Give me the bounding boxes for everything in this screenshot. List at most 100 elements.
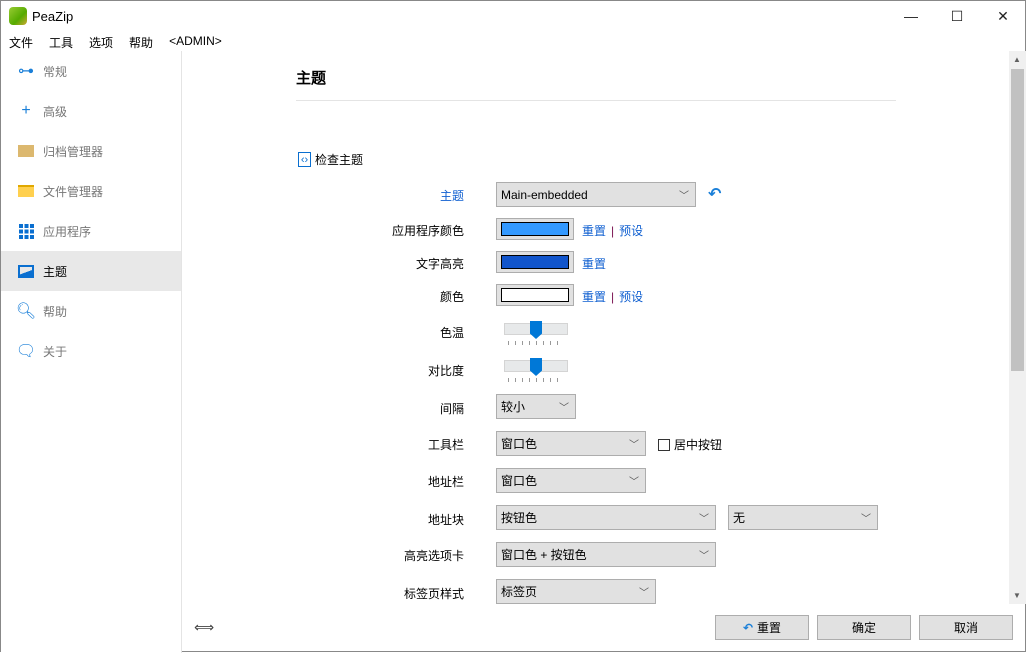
text-highlight-swatch[interactable] xyxy=(496,251,574,273)
color-temp-slider[interactable] xyxy=(504,319,568,345)
sidebar-item-about[interactable]: 🗨︎ 关于 xyxy=(1,331,181,371)
color-temp-label: 色温 xyxy=(439,326,464,340)
center-buttons-label: 居中按钮 xyxy=(674,438,723,452)
slider-thumb[interactable] xyxy=(530,321,542,339)
address-block-label: 地址块 xyxy=(427,513,464,527)
color-label: 颜色 xyxy=(439,290,464,304)
reset-label: 重置 xyxy=(757,621,782,635)
chevron-down-icon: ﹀ xyxy=(699,551,709,562)
tab-style-select[interactable]: 标签页 ﹀ xyxy=(496,579,656,604)
toolbar-select[interactable]: 窗口色 ﹀ xyxy=(496,431,646,456)
scroll-up-icon[interactable]: ▲ xyxy=(1013,55,1021,64)
sidebar-item-help[interactable]: 🔍︎ 帮助 xyxy=(1,291,181,331)
maximize-button[interactable]: ☐ xyxy=(934,1,980,31)
chevron-down-icon: ﹀ xyxy=(629,477,639,488)
highlight-tab-label: 高亮选项卡 xyxy=(403,549,464,563)
sidebar-item-label: 归档管理器 xyxy=(43,144,104,159)
color-preset-link[interactable]: 预设 xyxy=(619,290,643,304)
sidebar-item-label: 高级 xyxy=(43,104,68,119)
minimize-button[interactable]: — xyxy=(888,1,934,31)
highlight-tab-value: 窗口色 + 按钮色 xyxy=(501,548,587,562)
chevron-down-icon: ﹀ xyxy=(679,191,689,202)
menu-help[interactable]: 帮助 xyxy=(121,31,161,51)
chevron-down-icon: ﹀ xyxy=(559,403,569,414)
theme-select[interactable]: Main-embedded ﹀ xyxy=(496,182,696,207)
center-buttons-checkbox[interactable]: 居中按钮 xyxy=(658,436,722,453)
sidebar-item-label: 文件管理器 xyxy=(43,184,104,199)
address-block-select[interactable]: 按钮色 ﹀ xyxy=(496,505,716,530)
window-title: PeaZip xyxy=(32,9,74,24)
menu-admin[interactable]: <ADMIN> xyxy=(161,31,230,51)
archive-icon xyxy=(17,143,35,159)
text-highlight-reset-link[interactable]: 重置 xyxy=(582,257,606,271)
address-bar-value: 窗口色 xyxy=(501,474,538,488)
tab-style-value: 标签页 xyxy=(501,585,538,599)
app-color-reset-link[interactable]: 重置 xyxy=(582,224,606,238)
slider-thumb[interactable] xyxy=(530,358,542,376)
peazip-logo-icon xyxy=(9,7,27,25)
address-block-value-2: 无 xyxy=(733,511,746,525)
chevron-down-icon: ﹀ xyxy=(629,440,639,451)
undo-icon: ↶ xyxy=(742,620,754,635)
close-button[interactable]: ✕ xyxy=(980,1,1026,31)
address-bar-select[interactable]: 窗口色 ﹀ xyxy=(496,468,646,493)
divider xyxy=(296,100,896,101)
search-icon: 🔍︎ xyxy=(15,303,37,320)
sidebar-item-label: 关于 xyxy=(43,344,68,359)
reset-button[interactable]: ↶ 重置 xyxy=(715,615,809,640)
code-file-icon: ‹› xyxy=(298,152,311,167)
image-icon xyxy=(17,263,35,279)
scroll-down-icon[interactable]: ▼ xyxy=(1013,591,1021,600)
checkbox-box[interactable] xyxy=(658,438,670,451)
app-color-swatch[interactable] xyxy=(496,218,574,240)
resize-handle-icon[interactable]: ⟺ xyxy=(194,619,214,636)
sidebar-item-label: 帮助 xyxy=(43,304,68,319)
check-theme-link[interactable]: ‹› 检查主题 xyxy=(298,151,363,168)
color-reset-link[interactable]: 重置 xyxy=(582,290,606,304)
sidebar-item-advanced[interactable]: + 高级 xyxy=(1,91,181,131)
menu-tools[interactable]: 工具 xyxy=(41,31,81,51)
tab-style-label: 标签页样式 xyxy=(403,587,464,601)
theme-value: Main-embedded xyxy=(501,187,588,202)
spacing-select[interactable]: 较小 ﹀ xyxy=(496,394,576,419)
color-swatch[interactable] xyxy=(496,284,574,306)
menu-options[interactable]: 选项 xyxy=(81,31,121,51)
sidebar-item-archive-manager[interactable]: 归档管理器 xyxy=(1,131,181,171)
folder-icon xyxy=(17,183,35,199)
scrollbar-thumb[interactable] xyxy=(1011,69,1024,371)
app-color-label: 应用程序颜色 xyxy=(391,224,464,238)
text-highlight-label: 文字高亮 xyxy=(415,257,464,271)
address-bar-label: 地址栏 xyxy=(427,475,464,489)
sidebar-item-label: 常规 xyxy=(43,64,68,79)
toolbar-label: 工具栏 xyxy=(427,438,464,452)
separator: | xyxy=(611,224,615,238)
app-color-preset-link[interactable]: 预设 xyxy=(619,224,643,238)
page-title: 主题 xyxy=(296,70,327,87)
contrast-slider[interactable] xyxy=(504,356,568,382)
sidebar-item-theme[interactable]: 主题 xyxy=(1,251,181,291)
sidebar-item-applications[interactable]: 应用程序 xyxy=(1,211,181,251)
sidebar-item-general[interactable]: ⊶ 常规 xyxy=(1,51,181,91)
spacing-label: 间隔 xyxy=(439,402,464,416)
sliders-icon: ⊶ xyxy=(18,63,34,80)
sidebar-item-label: 应用程序 xyxy=(43,224,92,239)
chevron-down-icon: ﹀ xyxy=(639,588,649,599)
contrast-label: 对比度 xyxy=(427,364,464,378)
separator: | xyxy=(611,290,615,304)
title-bar: PeaZip — ☐ ✕ xyxy=(1,1,1025,31)
sidebar-item-label: 主题 xyxy=(43,264,68,279)
cancel-button[interactable]: 取消 xyxy=(919,615,1013,640)
spacing-value: 较小 xyxy=(501,400,526,414)
ok-button[interactable]: 确定 xyxy=(817,615,911,640)
undo-icon[interactable]: ↶ xyxy=(708,184,721,204)
chat-icon: 🗨︎ xyxy=(15,343,37,360)
grid-icon xyxy=(17,223,35,239)
highlight-tab-select[interactable]: 窗口色 + 按钮色 ﹀ xyxy=(496,542,716,567)
toolbar-value: 窗口色 xyxy=(501,437,538,451)
menu-file[interactable]: 文件 xyxy=(1,31,41,51)
address-block-select-2[interactable]: 无 ﹀ xyxy=(728,505,878,530)
address-block-value: 按钮色 xyxy=(501,511,538,525)
plus-icon: + xyxy=(21,102,31,119)
check-theme-label: 检查主题 xyxy=(315,153,364,167)
sidebar-item-file-manager[interactable]: 文件管理器 xyxy=(1,171,181,211)
